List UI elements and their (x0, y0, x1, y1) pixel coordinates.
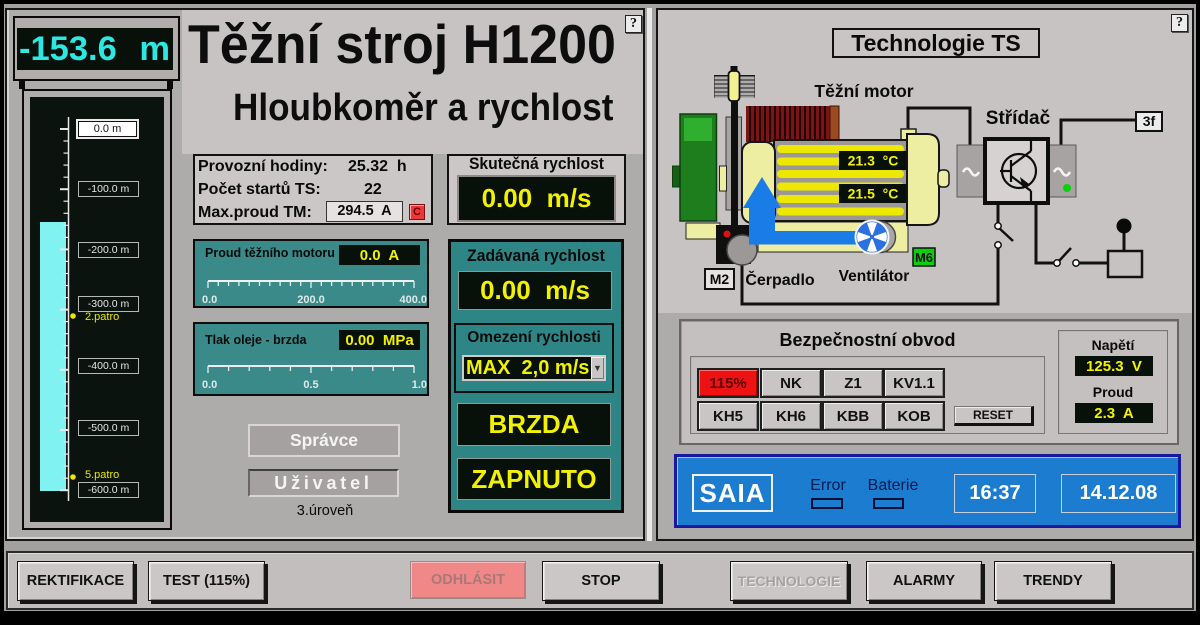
svg-text:200.0: 200.0 (297, 294, 325, 306)
svg-text:Čerpadlo: Čerpadlo (745, 270, 815, 289)
svg-text:Střídač: Střídač (986, 108, 1051, 129)
svg-text:0.0: 0.0 (202, 379, 217, 391)
svg-text:0.0: 0.0 (202, 294, 217, 306)
svg-text:400.0: 400.0 (399, 294, 427, 306)
svg-text:Těžní motor: Těžní motor (814, 81, 913, 101)
svg-text:21.5 °C: 21.5 °C (848, 186, 899, 202)
svg-text:1.0: 1.0 (412, 379, 427, 391)
svg-text:M2: M2 (710, 271, 730, 287)
svg-text:21.3 °C: 21.3 °C (848, 153, 899, 169)
svg-text:0.5: 0.5 (303, 379, 318, 391)
svg-text:M6: M6 (915, 250, 933, 265)
svg-text:3f: 3f (1143, 113, 1156, 129)
svg-text:Ventilátor: Ventilátor (839, 268, 910, 285)
